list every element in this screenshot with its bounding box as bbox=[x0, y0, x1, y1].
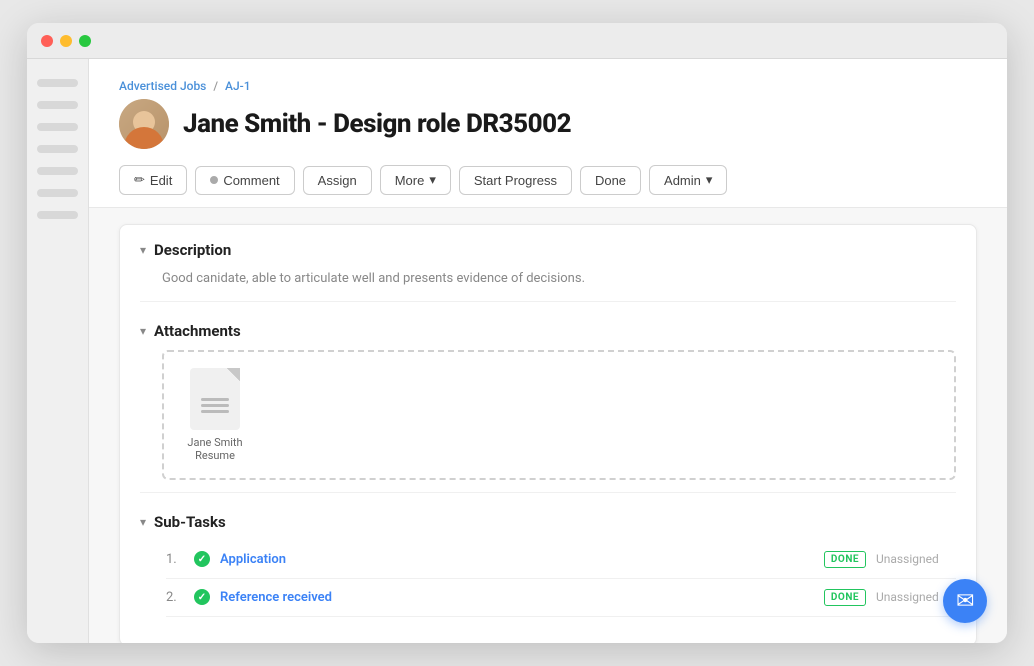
breadcrumb-separator: / bbox=[213, 79, 218, 93]
comment-button[interactable]: Comment bbox=[195, 166, 294, 195]
subtasks-section: ▾ Sub-Tasks 1. Application DONE Unassign… bbox=[140, 497, 956, 625]
subtask-number: 2. bbox=[166, 590, 184, 605]
table-row: 1. Application DONE Unassigned bbox=[166, 541, 956, 579]
subtask-list: 1. Application DONE Unassigned 2. Refere bbox=[162, 541, 956, 617]
traffic-lights bbox=[41, 35, 91, 47]
attachments-section: ▾ Attachments bbox=[140, 306, 956, 488]
file-icon-line bbox=[201, 398, 229, 401]
attachments-section-title: Attachments bbox=[154, 322, 241, 340]
section-divider bbox=[140, 492, 956, 493]
main-content: Advertised Jobs / AJ-1 Jane Smith - Desi… bbox=[89, 59, 1007, 643]
file-icon-line bbox=[201, 410, 229, 413]
subtasks-body: 1. Application DONE Unassigned 2. Refere bbox=[140, 541, 956, 617]
file-icon-lines bbox=[201, 398, 229, 413]
attachments-toggle-icon[interactable]: ▾ bbox=[140, 324, 146, 338]
subtask-status-badge: DONE bbox=[824, 589, 866, 606]
assign-button[interactable]: Assign bbox=[303, 166, 372, 195]
sidebar-bar bbox=[37, 79, 78, 87]
subtask-name[interactable]: Application bbox=[220, 552, 814, 567]
sidebar-bar bbox=[37, 167, 78, 175]
page-header: Advertised Jobs / AJ-1 Jane Smith - Desi… bbox=[89, 59, 1007, 208]
file-label: Jane Smith Resume bbox=[180, 436, 250, 462]
attachments-section-header: ▾ Attachments bbox=[140, 322, 956, 340]
breadcrumb-current[interactable]: AJ-1 bbox=[225, 79, 251, 93]
subtask-assignee: Unassigned bbox=[876, 552, 956, 566]
sidebar-bar bbox=[37, 189, 78, 197]
attachments-dropzone[interactable]: Jane Smith Resume bbox=[162, 350, 956, 480]
content-area: Advertised Jobs / AJ-1 Jane Smith - Desi… bbox=[27, 59, 1007, 643]
sidebar-bar bbox=[37, 145, 78, 153]
assign-label: Assign bbox=[318, 173, 357, 188]
main-panel: ▾ Description Good canidate, able to art… bbox=[119, 224, 977, 643]
subtasks-section-header: ▾ Sub-Tasks bbox=[140, 513, 956, 531]
attachments-body: Jane Smith Resume bbox=[140, 350, 956, 480]
subtask-name[interactable]: Reference received bbox=[220, 590, 814, 605]
more-button[interactable]: More ▾ bbox=[380, 165, 451, 195]
titlebar bbox=[27, 23, 1007, 59]
close-button[interactable] bbox=[41, 35, 53, 47]
file-icon bbox=[190, 368, 240, 430]
sidebar-bar bbox=[37, 211, 78, 219]
description-section-header: ▾ Description bbox=[140, 241, 956, 259]
done-button[interactable]: Done bbox=[580, 166, 641, 195]
subtask-done-icon bbox=[194, 551, 210, 567]
edit-label: Edit bbox=[150, 173, 172, 188]
chat-fab-button[interactable]: ✉ bbox=[943, 579, 987, 623]
breadcrumb: Advertised Jobs / AJ-1 bbox=[119, 79, 977, 93]
admin-chevron-icon: ▾ bbox=[706, 172, 713, 188]
avatar-face bbox=[119, 99, 169, 149]
more-label: More bbox=[395, 173, 425, 188]
app-window: Advertised Jobs / AJ-1 Jane Smith - Desi… bbox=[27, 23, 1007, 643]
comment-label: Comment bbox=[223, 173, 279, 188]
minimize-button[interactable] bbox=[60, 35, 72, 47]
description-body: Good canidate, able to articulate well a… bbox=[140, 269, 956, 289]
start-progress-label: Start Progress bbox=[474, 173, 557, 188]
sidebar-bar bbox=[37, 123, 78, 131]
subtasks-section-title: Sub-Tasks bbox=[154, 513, 226, 531]
sidebar-bar bbox=[37, 101, 78, 109]
description-section-title: Description bbox=[154, 241, 231, 259]
title-row: Jane Smith - Design role DR35002 bbox=[119, 99, 977, 149]
subtask-done-icon bbox=[194, 589, 210, 605]
edit-icon: ✏ bbox=[134, 172, 145, 188]
edit-button[interactable]: ✏ Edit bbox=[119, 165, 187, 195]
admin-button[interactable]: Admin ▾ bbox=[649, 165, 727, 195]
section-divider bbox=[140, 301, 956, 302]
table-row: 2. Reference received DONE Unassigned bbox=[166, 579, 956, 617]
chat-fab-icon: ✉ bbox=[956, 589, 974, 614]
avatar bbox=[119, 99, 169, 149]
start-progress-button[interactable]: Start Progress bbox=[459, 166, 572, 195]
description-text: Good canidate, able to articulate well a… bbox=[162, 269, 956, 289]
admin-label: Admin bbox=[664, 173, 701, 188]
file-icon-line bbox=[201, 404, 229, 407]
file-item: Jane Smith Resume bbox=[180, 368, 250, 462]
file-icon-corner bbox=[226, 368, 240, 382]
breadcrumb-parent[interactable]: Advertised Jobs bbox=[119, 79, 206, 93]
description-toggle-icon[interactable]: ▾ bbox=[140, 243, 146, 257]
toolbar: ✏ Edit Comment Assign More ▾ bbox=[119, 165, 977, 207]
done-label: Done bbox=[595, 173, 626, 188]
sidebar bbox=[27, 59, 89, 643]
subtasks-toggle-icon[interactable]: ▾ bbox=[140, 515, 146, 529]
more-chevron-icon: ▾ bbox=[429, 172, 436, 188]
subtask-number: 1. bbox=[166, 552, 184, 567]
maximize-button[interactable] bbox=[79, 35, 91, 47]
page-title: Jane Smith - Design role DR35002 bbox=[183, 109, 571, 139]
description-section: ▾ Description Good canidate, able to art… bbox=[140, 225, 956, 297]
comment-dot-icon bbox=[210, 176, 218, 184]
subtask-status-badge: DONE bbox=[824, 551, 866, 568]
